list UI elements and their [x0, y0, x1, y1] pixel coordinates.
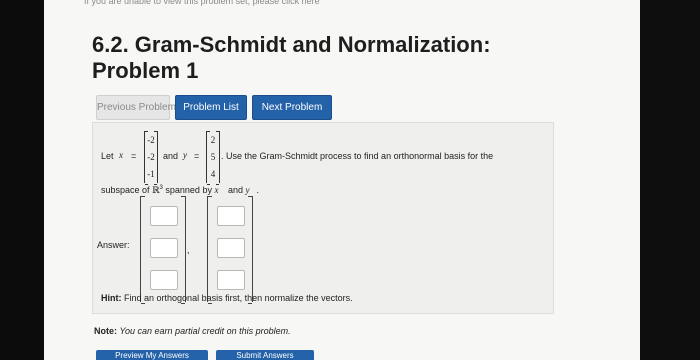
answer-vector-2-entry-2[interactable]	[217, 238, 245, 258]
x-vector-symbol: x⃗	[119, 150, 130, 160]
x-vector-entry: -1	[147, 169, 155, 180]
y-vector-symbol: y⃗	[183, 150, 194, 160]
subspace-label: subspace of	[101, 185, 150, 195]
note-label: Note:	[94, 326, 117, 336]
real-space-exponent: 3	[159, 185, 163, 191]
answer-label: Answer:	[97, 240, 130, 250]
answer-vector-2-entry-1[interactable]	[217, 206, 245, 226]
real-space-symbol: ℝ	[152, 186, 160, 196]
answer-vector-1-entry-2[interactable]	[150, 238, 178, 258]
hint-text: Hint: Find an orthogonal basis first, th…	[101, 293, 353, 303]
and-label-inline: and	[227, 185, 244, 195]
problem-view-banner[interactable]: If you are unable to view this problem s…	[84, 0, 504, 8]
y-vector-entry: 5	[210, 151, 216, 162]
equals-sign-y: =	[194, 151, 200, 161]
hint-label: Hint:	[101, 293, 122, 303]
y-vector-matrix: 2 5 4	[206, 131, 220, 185]
preview-answers-button[interactable]: Preview My Answers	[96, 350, 208, 360]
and-label: and	[163, 151, 179, 161]
partial-credit-note: Note: You can earn partial credit on thi…	[94, 326, 291, 336]
y-vector-entry: 2	[210, 134, 216, 145]
monitor-bezel-left	[0, 0, 44, 360]
equals-sign-x: =	[131, 151, 137, 161]
problem-list-button[interactable]: Problem List	[175, 95, 247, 120]
answer-vector-1	[140, 196, 186, 304]
x-vector-entry: -2	[147, 151, 155, 162]
answer-vector-1-entry-3[interactable]	[150, 270, 178, 290]
previous-problem-button[interactable]: Previous Problem	[96, 95, 176, 120]
problem-body: Let x⃗ = -2 -2 -1 and y⃗ = 2 5 4 . Use t…	[92, 122, 554, 314]
next-problem-button[interactable]: Next Problem	[252, 95, 332, 120]
x-vector-matrix: -2 -2 -1	[144, 131, 158, 185]
page-title-line2: Problem 1	[92, 58, 199, 83]
subspace-line: subspace of ℝ3 spanned by x⃗ and y⃗.	[101, 185, 259, 196]
page-title-line1: 6.2. Gram-Schmidt and Normalization:	[92, 32, 491, 57]
problem-instruction: . Use the Gram-Schmidt process to find a…	[221, 151, 494, 161]
page-title: 6.2. Gram-Schmidt and Normalization: Pro…	[92, 32, 491, 84]
answer-vector-2	[207, 196, 253, 304]
answer-separator: ,	[187, 245, 190, 255]
monitor-bezel-right	[640, 0, 700, 360]
y-vector-symbol-inline: y⃗	[245, 185, 257, 195]
sentence-period: .	[256, 185, 260, 195]
answer-vector-1-entry-1[interactable]	[150, 206, 178, 226]
answer-vector-2-entry-3[interactable]	[217, 270, 245, 290]
submit-answers-button[interactable]: Submit Answers	[216, 350, 314, 360]
hint-body: Find an orthogonal basis first, then nor…	[124, 293, 353, 303]
x-vector-entry: -2	[147, 134, 155, 145]
problem-navigation: Previous Problem Problem List Next Probl…	[96, 95, 332, 120]
note-body: You can earn partial credit on this prob…	[119, 326, 291, 336]
browser-viewport: If you are unable to view this problem s…	[44, 0, 640, 360]
y-vector-entry: 4	[210, 169, 216, 180]
spanned-by-label: spanned by	[165, 185, 212, 195]
x-vector-symbol-inline: x⃗	[214, 185, 226, 195]
let-label: Let	[101, 151, 114, 161]
